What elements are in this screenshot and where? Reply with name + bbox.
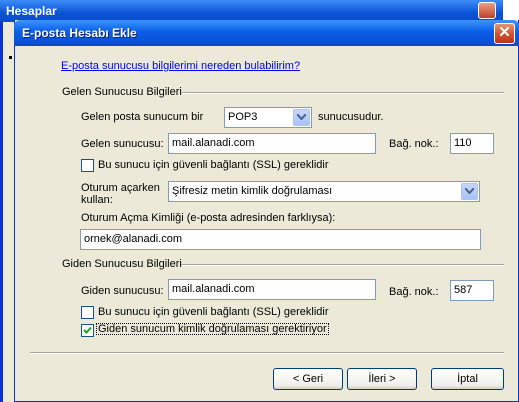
background-window-titlebar: Hesaplar (0, 0, 503, 22)
dialog-title: E-posta Hesabı Ekle (22, 26, 137, 40)
incoming-server-label: Gelen sunucusu: (81, 138, 164, 150)
incoming-ssl-label: Bu sunucu için güvenli bağlantı (SSL) ge… (98, 159, 329, 171)
incoming-type-label: Gelen posta sunucum bir (81, 111, 204, 123)
outgoing-auth-checkbox[interactable] (81, 324, 94, 337)
incoming-server-input[interactable]: mail.alanadi.com (168, 133, 376, 154)
outgoing-section-title: Giden Sunucusu Bilgileri (62, 258, 182, 270)
background-close-icon[interactable] (478, 2, 496, 19)
background-fragment (9, 56, 12, 59)
cancel-button[interactable]: İptal (431, 368, 504, 390)
outgoing-auth-label: Giden sunucum kimlik doğrulaması gerekti… (96, 323, 329, 335)
incoming-type-suffix: sunucusudur. (318, 111, 384, 123)
incoming-divider (182, 92, 504, 94)
outgoing-divider (181, 264, 504, 266)
login-method-select[interactable]: Şifresiz metin kimlik doğrulaması (168, 181, 480, 202)
chevron-down-icon[interactable] (461, 183, 478, 200)
incoming-type-select[interactable]: POP3 (224, 107, 312, 128)
back-button[interactable]: < Geri (273, 368, 343, 390)
background-window-title: Hesaplar (6, 4, 57, 18)
incoming-ssl-checkbox[interactable] (81, 159, 94, 172)
close-icon[interactable]: ✕ (494, 23, 515, 44)
dialog-titlebar: E-posta Hesabı Ekle (14, 20, 519, 46)
incoming-port-input[interactable]: 110 (450, 133, 494, 154)
login-method-label: Oturum açarken kullan: (81, 182, 160, 206)
incoming-port-label: Bağ. nok.: (389, 138, 439, 150)
login-id-input[interactable]: ornek@alanadi.com (80, 229, 481, 250)
next-button[interactable]: İleri > (347, 368, 417, 390)
outgoing-port-input[interactable]: 587 (450, 280, 494, 301)
outgoing-ssl-label: Bu sunucu için güvenli bağlantı (SSL) ge… (98, 306, 329, 318)
footer-divider (30, 352, 504, 354)
incoming-section-title: Gelen Sunucusu Bilgileri (62, 86, 182, 98)
login-id-label: Oturum Açma Kimliği (e-posta adresinden … (81, 212, 336, 224)
incoming-type-value: POP3 (228, 111, 258, 123)
outgoing-port-label: Bağ. nok.: (389, 286, 439, 298)
checkmark-icon (83, 326, 92, 334)
outgoing-server-input[interactable]: mail.alanadi.com (168, 279, 376, 300)
chevron-down-icon[interactable] (293, 109, 310, 126)
login-method-value: Şifresiz metin kimlik doğrulaması (172, 185, 333, 197)
help-link[interactable]: E-posta sunucusu bilgilerimi nereden bul… (61, 60, 300, 72)
add-account-dialog (14, 20, 519, 402)
outgoing-server-label: Giden sunucusu: (81, 285, 164, 297)
outgoing-ssl-checkbox[interactable] (81, 306, 94, 319)
